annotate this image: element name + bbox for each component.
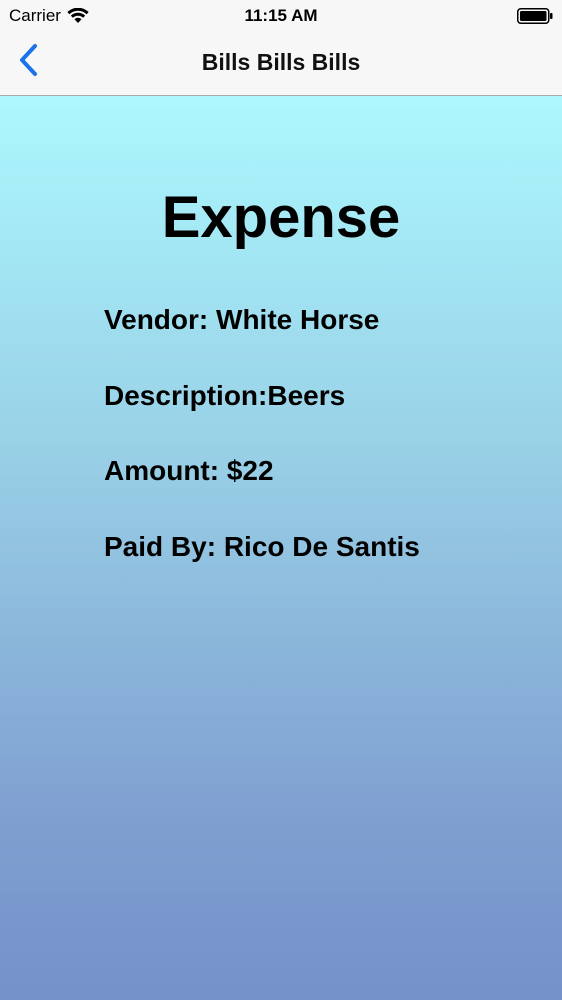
description-value: Beers xyxy=(267,380,346,411)
paid-by-row: Paid By: Rico De Santis xyxy=(104,531,420,563)
status-bar: Carrier 11:15 AM xyxy=(0,0,562,32)
vendor-label: Vendor: xyxy=(104,304,217,335)
description-row: Description:Beers xyxy=(104,380,345,412)
description-label: Description: xyxy=(104,380,268,411)
nav-title: Bills Bills Bills xyxy=(201,49,361,75)
vendor-value: White Horse xyxy=(216,304,380,335)
expense-detail-view: Expense Vendor: White Horse Description:… xyxy=(0,96,562,1000)
status-time: 11:15 AM xyxy=(244,6,318,25)
navigation-bar: Bills Bills Bills xyxy=(0,32,562,96)
page-title: Expense xyxy=(161,185,401,250)
paid-by-value: Rico De Santis xyxy=(223,531,420,562)
paid-by-label: Paid By: xyxy=(104,531,224,562)
vendor-row: Vendor: White Horse xyxy=(104,304,379,336)
amount-row: Amount: $22 xyxy=(104,455,274,487)
battery-icon xyxy=(517,8,553,24)
amount-value: $22 xyxy=(226,455,274,486)
amount-label: Amount: xyxy=(104,455,227,486)
